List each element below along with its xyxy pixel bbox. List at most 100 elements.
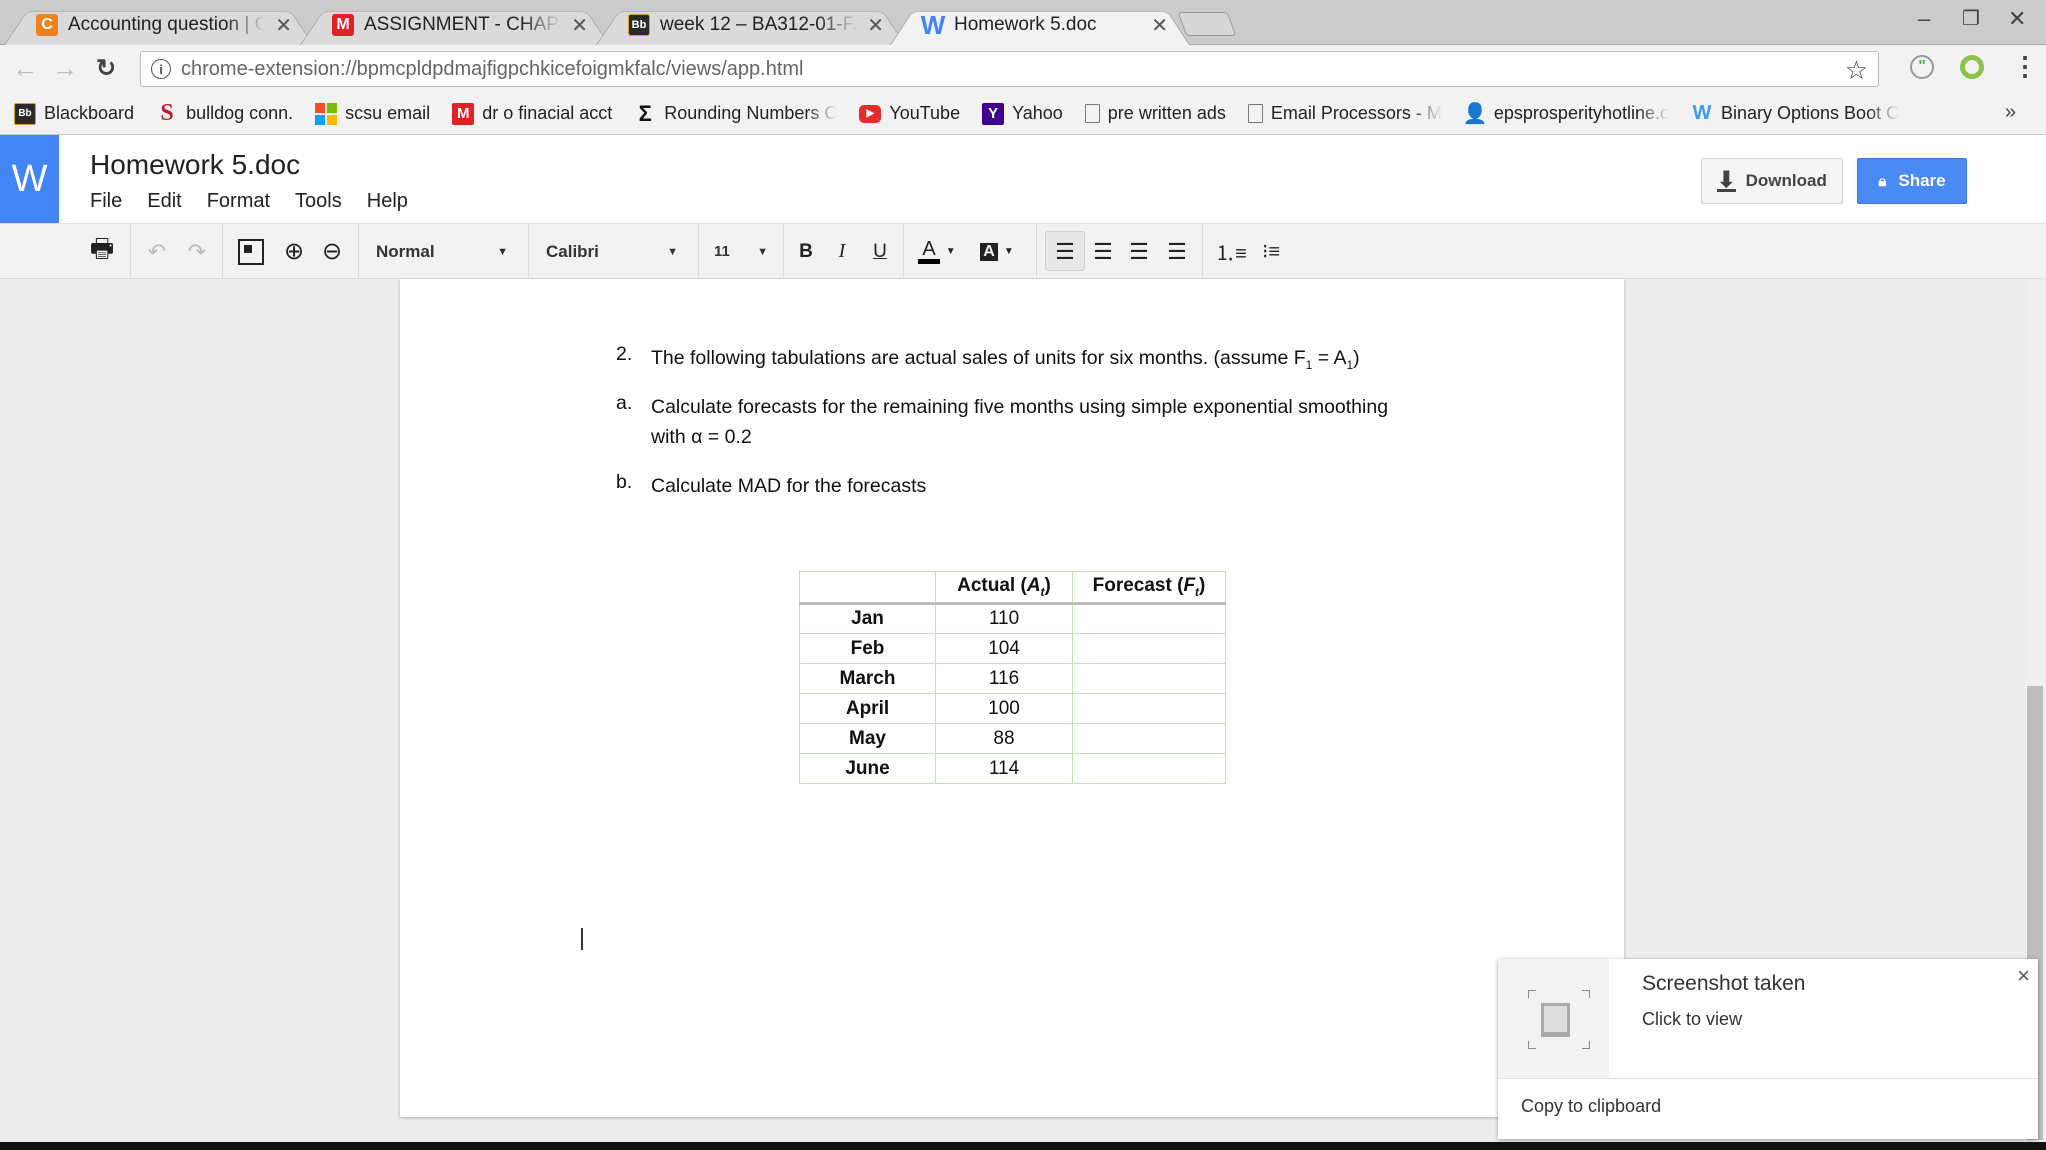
bookmark-youtube[interactable]: ▶ YouTube [859,103,960,124]
back-button[interactable]: ← [12,53,38,84]
redo-icon[interactable]: ↷ [180,224,214,279]
forecast-cell[interactable] [1072,693,1226,724]
forecast-cell[interactable] [1072,753,1226,784]
close-tab-icon[interactable]: ✕ [275,13,292,38]
bookmark-blackboard[interactable]: Bb Blackboard [14,102,134,125]
close-notification-icon[interactable]: × [2017,963,2030,989]
bookmark-label: epsprosperityhotline.c [1493,103,1669,123]
month-cell: May [799,723,936,754]
new-tab-button[interactable] [1177,12,1237,36]
sales-table: Actual (At) Forecast (Ft) Jan 110 Feb 104 Ma… [799,571,1226,784]
numbered-list-icon[interactable]: ⒈≡ [1214,224,1248,279]
bookmark-pre-written-ads[interactable]: pre written ads [1084,103,1226,124]
hangouts-extension-icon[interactable]: " [1910,55,1934,79]
address-bar[interactable]: i chrome-extension://bpmcpldpdmajfigpchk… [140,51,1879,87]
highlight-color-button[interactable]: A ▼ [972,224,1022,279]
dropdown-arrow-icon: ▼ [667,245,678,258]
menu-help[interactable]: Help [367,190,408,213]
youtube-icon: ▶ [859,104,882,123]
share-label: Share [1898,171,1946,190]
table-row: May 88 [799,723,1226,754]
bookmark-scsu-email[interactable]: scsu email [315,102,430,125]
table-row: June 114 [799,753,1226,784]
tab-title: week 12 – BA312-01-FALL [660,14,857,35]
forecast-cell[interactable] [1072,603,1226,634]
restore-button[interactable]: ❐ [1962,6,1980,31]
url-text[interactable]: chrome-extension://bpmcpldpdmajfigpchkic… [181,58,804,81]
text-color-button[interactable]: A ▼ [912,224,962,279]
italic-button[interactable]: I [828,224,856,279]
zoom-out-icon[interactable]: ⊖ [314,224,350,279]
forward-button[interactable]: → [52,53,78,84]
forecast-cell[interactable] [1072,663,1226,694]
bookmark-epsprosperity[interactable]: 👤 epsprosperityhotline.c [1462,103,1669,125]
table-row: Feb 104 [799,633,1226,664]
tab-week12[interactable]: Bb week 12 – BA312-01-FALL ✕ [596,5,906,45]
page-icon [1247,104,1263,123]
menu-edit[interactable]: Edit [147,190,181,213]
bookmark-bulldog[interactable]: S bulldog conn. [156,100,293,126]
print-icon[interactable]: 🖶︎ [82,224,122,279]
actual-cell: 88 [935,723,1073,754]
menu-file[interactable]: File [90,190,122,213]
dropdown-arrow-icon: ▼ [757,245,768,258]
more-bookmarks-chevron-icon[interactable]: » [2005,101,2016,124]
document-title[interactable]: Homework 5.doc [90,149,300,181]
minimize-button[interactable]: – [1918,6,1930,32]
list-number: 2. [616,343,633,365]
align-left-icon[interactable]: ☰ [1048,224,1082,279]
mcgraw-icon: M [452,102,475,125]
menu-bar: File Edit Format Tools Help [90,190,433,213]
header-blank [799,571,936,605]
close-tab-icon[interactable]: ✕ [867,13,884,38]
font-dropdown[interactable]: Calibri ▼ [546,224,696,279]
style-dropdown[interactable]: Normal ▼ [376,224,526,279]
month-cell: Jan [799,603,936,634]
download-button[interactable]: ⬇ Download [1701,158,1843,204]
menu-tools[interactable]: Tools [295,190,342,213]
align-center-icon[interactable]: ☰ [1086,224,1120,279]
menu-format[interactable]: Format [207,190,270,213]
bookmark-rounding[interactable]: Σ Rounding Numbers C [634,100,838,126]
close-window-button[interactable]: ✕ [2008,6,2026,32]
zoom-in-icon[interactable]: ⊕ [276,224,312,279]
bookmark-email-processors[interactable]: Email Processors - M [1247,103,1442,124]
bookmark-yahoo[interactable]: Y Yahoo [982,102,1063,125]
bulldog-s-icon: S [160,100,174,126]
table-row: March 116 [799,663,1226,694]
copy-to-clipboard-button[interactable]: Copy to clipboard [1521,1096,1661,1117]
align-justify-icon[interactable]: ☰ [1160,224,1194,279]
sigma-icon: Σ [638,100,652,126]
chrome-menu-icon[interactable]: ⋮ [2012,51,2038,82]
reload-button[interactable]: ↻ [96,54,116,83]
underline-button[interactable]: U [866,224,894,279]
undo-icon[interactable]: ↶ [140,224,174,279]
info-icon[interactable]: i [151,59,171,79]
fit-page-icon[interactable] [234,224,268,279]
bookmark-star-icon[interactable]: ☆ [1845,55,1868,86]
tab-homework5[interactable]: W Homework 5.doc ✕ [890,5,1190,45]
screenshot-notification[interactable]: Screenshot taken Click to view × Copy to… [1498,959,2038,1139]
tab-assignment[interactable]: M ASSIGNMENT - CHAPTER ✕ [300,5,610,45]
bold-button[interactable]: B [792,224,820,279]
font-size-dropdown[interactable]: 11 ▼ [714,224,784,279]
highlight-icon: A [980,242,998,261]
forecast-cell[interactable] [1072,633,1226,664]
tab-title: Accounting question | Ch [68,14,266,35]
document-page[interactable]: 2. The following tabulations are actual … [400,279,1624,1117]
bookmark-binary-options[interactable]: W Binary Options Boot C [1691,102,1900,125]
weebly-icon: W [1692,102,1712,124]
close-tab-icon[interactable]: ✕ [1151,13,1168,38]
share-button[interactable]: 🔒︎ Share [1857,158,1967,204]
click-to-view-link[interactable]: Click to view [1642,1009,1742,1030]
shelf-bar [0,1142,2046,1150]
navigation-bar: ← → ↻ i chrome-extension://bpmcpldpdmajf… [0,45,2046,93]
forecast-cell[interactable] [1072,723,1226,754]
bulleted-list-icon[interactable]: ⁝≡ [1254,224,1288,279]
tab-accounting-question[interactable]: C Accounting question | Ch ✕ [4,5,314,45]
quizlet-extension-icon[interactable] [1960,55,1984,79]
list-letter: a. [616,392,633,414]
close-tab-icon[interactable]: ✕ [571,13,588,38]
bookmark-dr-o[interactable]: M dr o finacial acct [452,102,612,125]
align-right-icon[interactable]: ☰ [1122,224,1156,279]
